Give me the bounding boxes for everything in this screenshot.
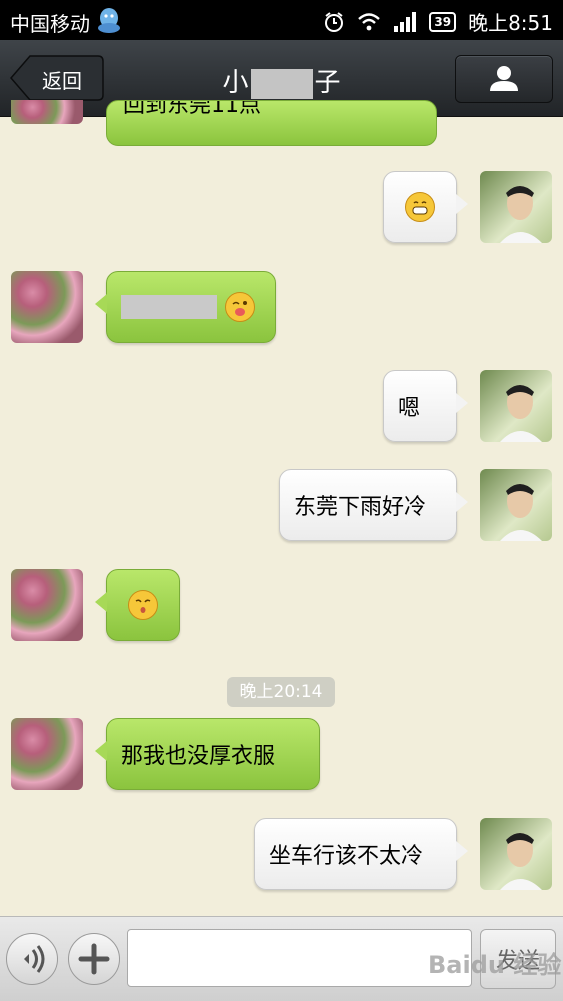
- message-input[interactable]: [127, 929, 472, 987]
- redaction-mask: [121, 295, 217, 319]
- message-bubble-received[interactable]: 回到东莞11点: [106, 100, 437, 146]
- carrier-name: 中国移动: [10, 12, 90, 36]
- grin-emoji-icon: [405, 192, 435, 222]
- message-text: 东莞下雨好冷: [294, 495, 427, 520]
- message-text: 嗯: [398, 396, 421, 421]
- avatar[interactable]: [11, 718, 83, 790]
- message-bubble-received[interactable]: [95, 569, 180, 641]
- avatar[interactable]: [11, 569, 83, 641]
- timestamp: 晚上20:14: [227, 677, 335, 707]
- profile-button[interactable]: [455, 55, 553, 103]
- plus-icon: [78, 943, 110, 975]
- watermark: Baidu 经验: [428, 951, 562, 979]
- wink-tongue-emoji-icon: [225, 292, 255, 322]
- add-button[interactable]: [68, 933, 120, 985]
- user-icon: [490, 66, 518, 91]
- battery-icon: 39: [429, 11, 457, 32]
- clock: 晚上8:51: [468, 11, 553, 35]
- message-bubble-sent[interactable]: 坐车行该不太冷: [254, 818, 468, 890]
- message-text: 那我也没厚衣服: [121, 744, 276, 769]
- signal-icon: [394, 11, 417, 32]
- avatar[interactable]: [480, 171, 552, 243]
- title-left: 小: [222, 68, 249, 98]
- message-bubble-sent[interactable]: 嗯: [383, 370, 468, 442]
- message-text: 坐车行该不太冷: [269, 844, 424, 869]
- avatar[interactable]: [480, 370, 552, 442]
- message-bubble-received[interactable]: [95, 271, 276, 343]
- avatar[interactable]: [11, 271, 83, 343]
- alarm-icon: [325, 11, 344, 32]
- qq-icon: [98, 8, 120, 33]
- title-right: 子: [314, 68, 341, 98]
- wifi-icon: [358, 12, 381, 30]
- avatar[interactable]: [11, 100, 83, 124]
- redaction-mask: [250, 68, 313, 99]
- message-bubble-received[interactable]: 那我也没厚衣服: [95, 718, 320, 790]
- avatar[interactable]: [480, 469, 552, 541]
- voice-button[interactable]: [6, 933, 58, 985]
- voice-icon: [24, 945, 45, 973]
- message-text: 回到东莞11点: [123, 100, 261, 118]
- status-bar: 中国移动 39 晚上8:51: [0, 0, 563, 40]
- message-bubble-sent[interactable]: 东莞下雨好冷: [279, 469, 468, 541]
- kiss-emoji-icon: [128, 590, 158, 620]
- message-bubble-sent[interactable]: [383, 171, 468, 243]
- avatar[interactable]: [480, 818, 552, 890]
